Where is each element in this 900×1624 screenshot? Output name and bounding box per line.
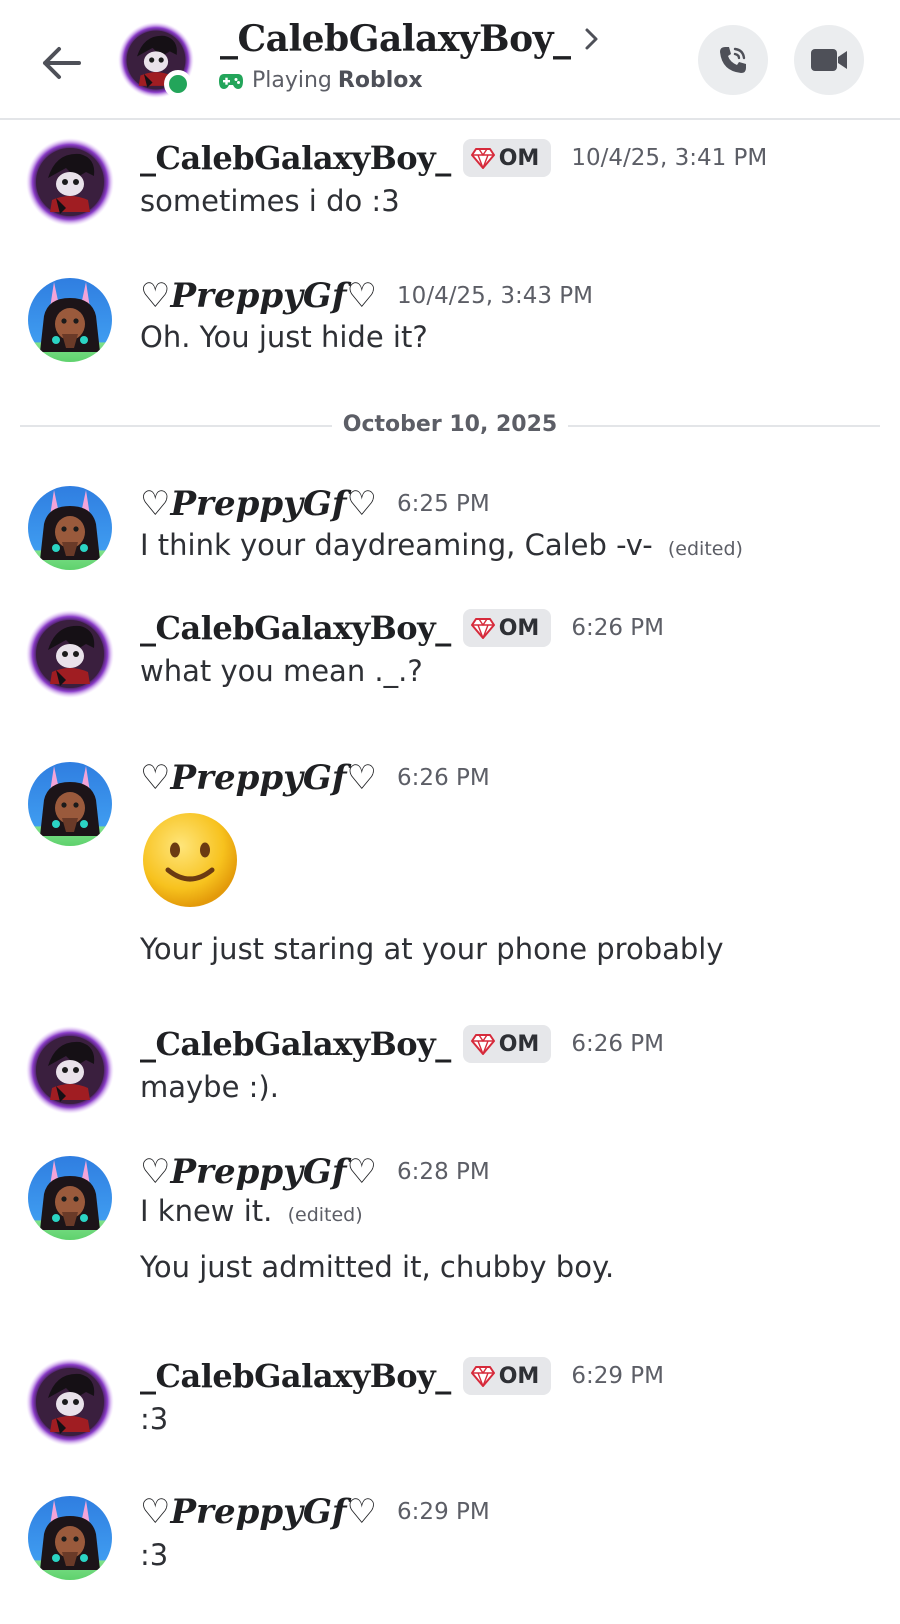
- message-text: I think your daydreaming, Caleb -v- (edi…: [140, 528, 743, 562]
- message-item[interactable]: ♡PreppyGf♡ 6:26 PM Your just staring at …: [0, 758, 900, 980]
- avatar[interactable]: [26, 1358, 114, 1446]
- page-title: _CalebGalaxyBoy_: [220, 18, 571, 60]
- avatar[interactable]: [26, 1154, 114, 1242]
- message-item[interactable]: ♡PreppyGf♡ 6:28 PM I knew it. (edited) Y…: [0, 1152, 900, 1324]
- date-divider-label: October 10, 2025: [342, 412, 558, 437]
- video-call-button[interactable]: [794, 25, 864, 95]
- message-timestamp: 10/4/25, 3:43 PM: [397, 283, 594, 309]
- message-author[interactable]: ♡PreppyGf♡: [140, 484, 377, 524]
- avatar[interactable]: [26, 1026, 114, 1114]
- message-item[interactable]: ♡PreppyGf♡ 6:29 PM :3: [0, 1492, 900, 1604]
- video-camera-icon: [811, 49, 847, 71]
- message-author[interactable]: _CalebGalaxyBoy_: [140, 609, 451, 647]
- message-author[interactable]: ♡PreppyGf♡: [140, 758, 377, 798]
- avatar[interactable]: [26, 276, 114, 364]
- server-tag-badge[interactable]: OM: [462, 1025, 552, 1063]
- back-button[interactable]: [38, 40, 84, 86]
- divider-line: [568, 425, 880, 427]
- message-item[interactable]: ♡PreppyGf♡ 6:25 PM I think your daydream…: [0, 484, 900, 594]
- message-item[interactable]: _CalebGalaxyBoy_ OM 6:29 PM :3: [0, 1354, 900, 1464]
- server-tag-badge[interactable]: OM: [462, 609, 552, 647]
- message-author[interactable]: ♡PreppyGf♡: [140, 1152, 377, 1192]
- message-item[interactable]: _CalebGalaxyBoy_ OM 10/4/25, 3:41 PM som…: [0, 138, 900, 248]
- gem-icon: [471, 147, 495, 169]
- message-author[interactable]: ♡PreppyGf♡: [140, 1492, 377, 1532]
- message-timestamp: 6:26 PM: [397, 765, 490, 791]
- message-text: Oh. You just hide it?: [140, 320, 428, 354]
- message-timestamp: 6:29 PM: [571, 1363, 664, 1389]
- message-author[interactable]: _CalebGalaxyBoy_: [140, 1025, 451, 1063]
- chevron-right-icon: [585, 28, 598, 50]
- message-item[interactable]: ♡PreppyGf♡ 10/4/25, 3:43 PM Oh. You just…: [0, 276, 900, 386]
- message-timestamp: 6:29 PM: [397, 1499, 490, 1525]
- message-text: Your just staring at your phone probably: [140, 932, 724, 966]
- gem-icon: [471, 617, 495, 639]
- gem-icon: [471, 1365, 495, 1387]
- arrow-left-icon: [43, 47, 81, 79]
- activity-prefix: Playing: [252, 68, 332, 93]
- message-timestamp: 6:25 PM: [397, 491, 490, 517]
- message-text: maybe :).: [140, 1070, 279, 1104]
- message-text: You just admitted it, chubby boy.: [140, 1250, 615, 1284]
- message-text: :3: [140, 1538, 169, 1572]
- avatar[interactable]: [26, 138, 114, 226]
- edited-label: (edited): [667, 538, 743, 560]
- avatar[interactable]: [26, 610, 114, 698]
- online-status-dot: [164, 70, 192, 98]
- message-timestamp: 6:28 PM: [397, 1159, 490, 1185]
- server-tag-badge[interactable]: OM: [462, 139, 552, 177]
- message-author[interactable]: ♡PreppyGf♡: [140, 276, 377, 316]
- edited-label: (edited): [287, 1204, 363, 1226]
- divider-line: [20, 425, 332, 427]
- message-item[interactable]: _CalebGalaxyBoy_ OM 6:26 PM what you mea…: [0, 606, 900, 716]
- activity-game: Roblox: [337, 68, 423, 93]
- message-author[interactable]: _CalebGalaxyBoy_: [140, 139, 451, 177]
- gamepad-icon: [219, 73, 243, 89]
- message-item[interactable]: _CalebGalaxyBoy_ OM 6:26 PM maybe :).: [0, 1022, 900, 1132]
- chat-header: _CalebGalaxyBoy_ Playing Roblox: [0, 0, 900, 120]
- message-timestamp: 6:26 PM: [571, 615, 664, 641]
- avatar[interactable]: [26, 484, 114, 572]
- slightly-smiling-face-emoji: [143, 813, 237, 907]
- server-tag-badge[interactable]: OM: [462, 1357, 552, 1395]
- message-timestamp: 10/4/25, 3:41 PM: [571, 145, 768, 171]
- message-text: :3: [140, 1402, 169, 1436]
- message-text-content: I think your daydreaming, Caleb -v-: [140, 528, 653, 562]
- activity-status: Playing Roblox: [218, 68, 423, 93]
- avatar[interactable]: [26, 1494, 114, 1582]
- avatar[interactable]: [26, 760, 114, 848]
- message-text-content: I knew it.: [140, 1194, 273, 1228]
- phone-icon: [720, 47, 746, 73]
- profile-title-link[interactable]: _CalebGalaxyBoy_: [220, 18, 599, 60]
- message-text: I knew it. (edited): [140, 1194, 363, 1228]
- message-text: what you mean ._.?: [140, 654, 423, 688]
- message-timestamp: 6:26 PM: [571, 1031, 664, 1057]
- message-text: sometimes i do :3: [140, 184, 400, 218]
- gem-icon: [471, 1033, 495, 1055]
- date-divider: October 10, 2025: [20, 410, 880, 440]
- voice-call-button[interactable]: [698, 25, 768, 95]
- message-author[interactable]: _CalebGalaxyBoy_: [140, 1357, 451, 1395]
